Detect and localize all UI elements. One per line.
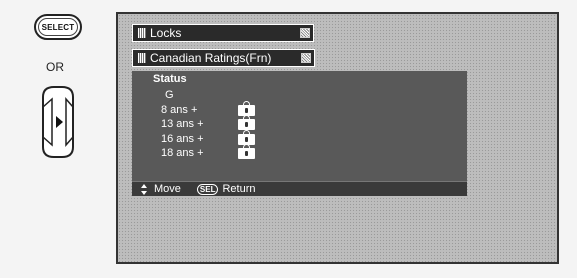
ratings-menu-bar[interactable]: Canadian Ratings(Frn) bbox=[132, 49, 315, 67]
lock-icon[interactable] bbox=[238, 100, 255, 116]
ratings-title: Canadian Ratings(Frn) bbox=[150, 51, 272, 65]
help-footer: Move SEL Return bbox=[132, 181, 467, 196]
rating-label: 13 ans + bbox=[161, 118, 204, 130]
locks-menu-bar[interactable]: Locks bbox=[132, 24, 314, 42]
dropdown-icon bbox=[301, 53, 311, 63]
rating-label: 18 ans + bbox=[161, 147, 204, 159]
return-label: Return bbox=[222, 183, 256, 195]
right-arrow-icon[interactable] bbox=[40, 85, 76, 159]
rating-row-18[interactable]: 18 ans + bbox=[132, 144, 467, 161]
locks-title: Locks bbox=[150, 26, 182, 40]
tv-screen: Locks Canadian Ratings(Frn) Status G 8 a… bbox=[116, 12, 559, 264]
rating-row-16[interactable]: 16 ans + bbox=[132, 129, 467, 147]
lock-icon[interactable] bbox=[238, 129, 255, 145]
ratings-panel: Status G 8 ans + 13 ans + 16 ans + 18 an… bbox=[132, 71, 467, 196]
or-label: OR bbox=[46, 60, 64, 74]
rating-row-13[interactable]: 13 ans + bbox=[132, 115, 467, 132]
select-button-label: SELECT bbox=[41, 22, 75, 32]
dropdown-icon bbox=[300, 28, 310, 38]
menu-item-icon bbox=[138, 53, 146, 63]
rating-label: G bbox=[165, 89, 174, 101]
rating-label: 8 ans + bbox=[161, 103, 198, 116]
rating-row-g[interactable]: G bbox=[132, 88, 467, 103]
move-label: Move bbox=[154, 183, 181, 195]
ratings-list: G 8 ans + 13 ans + 16 ans + 18 ans + bbox=[132, 88, 467, 161]
menu-item-icon bbox=[138, 28, 146, 38]
up-down-arrow-icon bbox=[141, 183, 148, 195]
select-button[interactable]: SELECT bbox=[34, 14, 82, 40]
status-label: Status bbox=[153, 73, 187, 85]
rating-label: 16 ans + bbox=[161, 132, 204, 145]
lock-icon[interactable] bbox=[238, 115, 255, 130]
rating-row-8[interactable]: 8 ans + bbox=[132, 100, 467, 118]
sel-icon: SEL bbox=[196, 183, 219, 195]
lock-icon[interactable] bbox=[238, 144, 255, 159]
